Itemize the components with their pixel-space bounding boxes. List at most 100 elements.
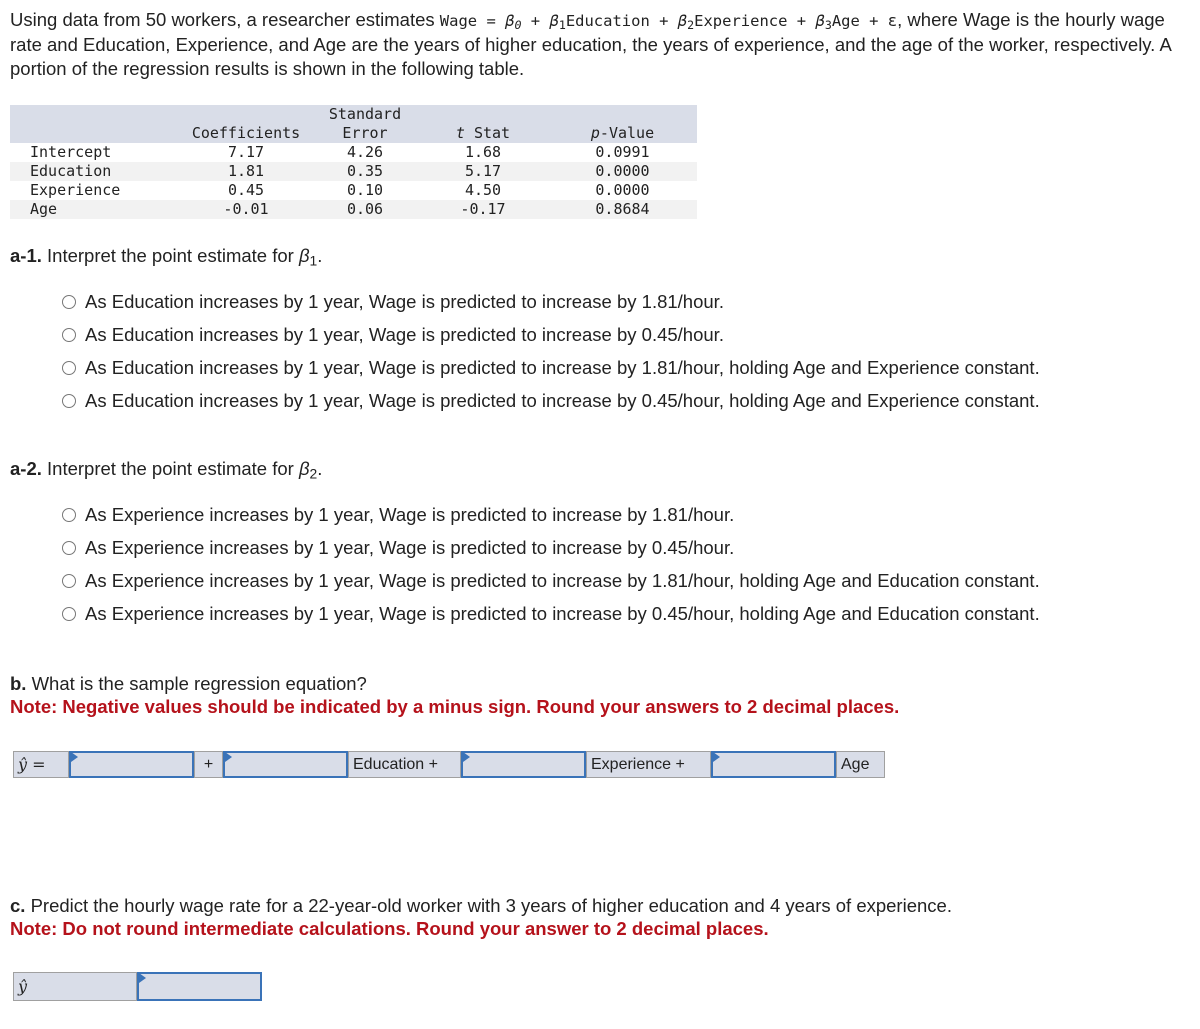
t-stat-cell: -0.17: [460, 200, 506, 218]
experience-coef-input-cell[interactable]: [461, 751, 586, 778]
question-a1-label: a-1.: [10, 245, 42, 266]
header-standard-error: Standard Error: [312, 105, 418, 143]
coefficient-cell: 0.45: [227, 181, 265, 199]
option-label: As Education increases by 1 year, Wage i…: [85, 290, 724, 312]
eq-plus: +: [521, 12, 550, 30]
coefficient-cell: -0.01: [223, 200, 269, 218]
p-value-cell: 0.8684: [595, 200, 650, 218]
table-row: Intercept 7.17 4.26 1.68 0.0991: [10, 143, 697, 162]
eq-beta2: β: [677, 12, 688, 30]
education-coef-input[interactable]: [225, 753, 346, 776]
intercept-input[interactable]: [71, 753, 192, 776]
header-t-stat: t Stat: [418, 105, 548, 143]
row-label: Education: [30, 162, 112, 180]
radio-button-icon[interactable]: [62, 360, 76, 375]
input-flag-icon: [225, 752, 232, 762]
row-label: Intercept: [30, 143, 112, 161]
a2-option-3[interactable]: As Experience increases by 1 year, Wage …: [62, 564, 1040, 597]
header-t-italic: t: [455, 124, 465, 142]
std-error-cell: 4.26: [346, 143, 384, 161]
age-label: Age: [836, 751, 885, 778]
header-t-rest: Stat: [464, 124, 511, 142]
header-standard-error-line2: Error: [342, 124, 388, 142]
a1-option-2[interactable]: As Education increases by 1 year, Wage i…: [62, 318, 1040, 351]
question-a2-text: Interpret the point estimate for: [41, 458, 299, 479]
radio-button-icon[interactable]: [62, 573, 76, 588]
header-blank: [10, 105, 180, 143]
beta-symbol: β: [298, 245, 310, 266]
option-label: As Education increases by 1 year, Wage i…: [85, 356, 1040, 378]
question-c-text: Predict the hourly wage rate for a 22-ye…: [25, 895, 952, 916]
a2-option-1[interactable]: As Experience increases by 1 year, Wage …: [62, 498, 1040, 531]
eq-beta1-sub: 1: [558, 17, 566, 32]
option-label: As Experience increases by 1 year, Wage …: [85, 503, 735, 525]
eq-beta3: β: [815, 12, 825, 30]
a1-option-3[interactable]: As Education increases by 1 year, Wage i…: [62, 351, 1040, 384]
age-coef-input-cell[interactable]: [711, 751, 836, 778]
question-a2-label: a-2.: [10, 458, 42, 479]
age-coef-input[interactable]: [713, 753, 834, 776]
header-p-rest: -Value: [599, 124, 655, 142]
row-label: Experience: [30, 181, 121, 199]
option-label: As Experience increases by 1 year, Wage …: [85, 602, 1040, 624]
intercept-input-cell[interactable]: [69, 751, 194, 778]
input-flag-icon: [713, 752, 720, 762]
option-label: As Education increases by 1 year, Wage i…: [85, 323, 724, 345]
yhat-equals-label: ŷ =: [13, 751, 69, 778]
table-header-row: Coefficients Standard Error t Stat p-Valu…: [10, 105, 697, 143]
regression-results-table: Coefficients Standard Error t Stat p-Valu…: [10, 105, 697, 219]
eq-experience: Experience +: [694, 12, 816, 30]
table-row: Education 1.81 0.35 5.17 0.0000: [10, 162, 697, 181]
option-label: As Experience increases by 1 year, Wage …: [85, 536, 735, 558]
header-standard-error-line1: Standard: [328, 105, 402, 123]
education-coef-input-cell[interactable]: [223, 751, 348, 778]
a1-option-1[interactable]: As Education increases by 1 year, Wage i…: [62, 285, 1040, 318]
table-row: Age -0.01 0.06 -0.17 0.8684: [10, 200, 697, 219]
std-error-cell: 0.06: [346, 200, 384, 218]
prediction-input[interactable]: [139, 974, 260, 999]
t-stat-cell: 1.68: [464, 143, 502, 161]
question-c-label: c.: [10, 895, 26, 916]
a2-option-2[interactable]: As Experience increases by 1 year, Wage …: [62, 531, 1040, 564]
yhat-label: ŷ: [13, 972, 137, 1001]
experience-coef-input[interactable]: [463, 753, 584, 776]
coefficient-cell: 7.17: [227, 143, 265, 161]
a1-options-radio-group: As Education increases by 1 year, Wage i…: [62, 285, 1040, 417]
experience-plus-label: Experience +: [586, 751, 711, 778]
eq-education: Education +: [565, 12, 678, 30]
regression-model-equation: Wage = β0 + β1Education + β2Experience +…: [439, 12, 898, 32]
regression-equation-answer-row: ŷ = + Education + Experience + Age: [13, 751, 885, 778]
prediction-input-cell[interactable]: [137, 972, 262, 1001]
problem-statement: Using data from 50 workers, a researcher…: [10, 8, 1195, 81]
header-p-italic: p: [590, 124, 600, 142]
question-end: .: [317, 245, 323, 266]
eq-beta3-sub: 3: [824, 17, 832, 32]
radio-button-icon[interactable]: [62, 507, 76, 522]
eq-beta1: β: [549, 12, 559, 30]
p-value-cell: 0.0991: [595, 143, 650, 161]
coefficient-cell: 1.81: [227, 162, 265, 180]
a2-option-4[interactable]: As Experience increases by 1 year, Wage …: [62, 597, 1040, 630]
radio-button-icon[interactable]: [62, 294, 76, 309]
input-flag-icon: [463, 752, 470, 762]
prediction-answer-row: ŷ: [13, 972, 262, 1001]
t-stat-cell: 5.17: [464, 162, 502, 180]
input-flag-icon: [139, 973, 146, 983]
p-value-cell: 0.0000: [595, 181, 650, 199]
radio-button-icon[interactable]: [62, 327, 76, 342]
question-b-note: Note: Negative values should be indicate…: [10, 696, 900, 717]
eq-wage: Wage =: [439, 12, 506, 30]
row-label: Age: [30, 200, 58, 218]
question-b-label: b.: [10, 673, 27, 694]
radio-button-icon[interactable]: [62, 540, 76, 555]
question-end: .: [317, 458, 323, 479]
eq-age: Age + ε: [831, 12, 898, 30]
question-c-note: Note: Do not round intermediate calculat…: [10, 918, 769, 939]
radio-button-icon[interactable]: [62, 393, 76, 408]
std-error-cell: 0.35: [346, 162, 384, 180]
a1-option-4[interactable]: As Education increases by 1 year, Wage i…: [62, 384, 1040, 417]
question-b-text: What is the sample regression equation?: [26, 673, 367, 694]
radio-button-icon[interactable]: [62, 606, 76, 621]
question-b: b. What is the sample regression equatio…: [10, 672, 899, 718]
question-a1: a-1. Interpret the point estimate for β1…: [10, 245, 322, 267]
